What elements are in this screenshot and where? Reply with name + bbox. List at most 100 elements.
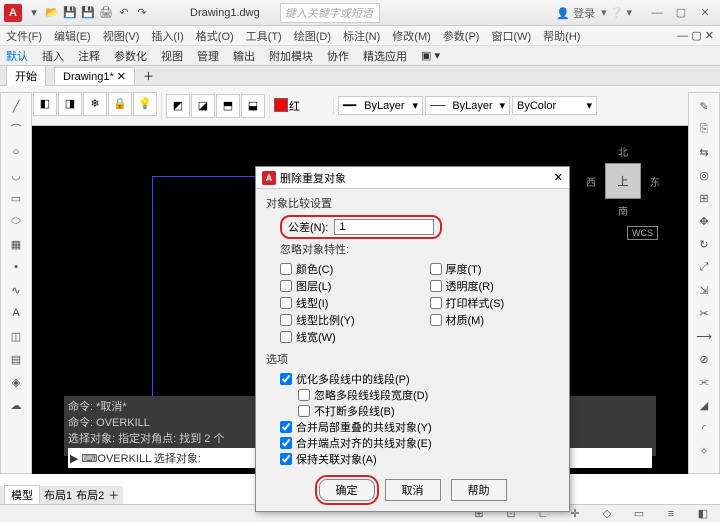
layout-model[interactable]: 模型 bbox=[4, 485, 40, 505]
copy-icon[interactable]: ⎘ bbox=[691, 118, 717, 140]
doc-min-icon[interactable]: — ▢ ✕ bbox=[677, 29, 714, 42]
mirror-icon[interactable]: ⇆ bbox=[691, 141, 717, 163]
chk-opt5[interactable]: 合并端点对齐的共线对象(E) bbox=[280, 435, 559, 451]
explode-icon[interactable]: ✧ bbox=[691, 440, 717, 462]
array-icon[interactable]: ⊞ bbox=[691, 187, 717, 209]
stretch-icon[interactable]: ⇲ bbox=[691, 279, 717, 301]
layer-freeze-icon[interactable]: ❄ bbox=[83, 92, 107, 116]
tab-view[interactable]: 视图 bbox=[161, 48, 183, 64]
layout-1[interactable]: 布局1 bbox=[44, 487, 72, 503]
spline-icon[interactable]: ∿ bbox=[3, 279, 29, 301]
menu-modify[interactable]: 修改(M) bbox=[392, 28, 431, 44]
chk-pstyle[interactable]: 打印样式(S) bbox=[430, 295, 560, 311]
new-tab-icon[interactable]: ＋ bbox=[143, 68, 154, 84]
tab-param[interactable]: 参数化 bbox=[114, 48, 147, 64]
tab-collab[interactable]: 协作 bbox=[327, 48, 349, 64]
chk-opt3[interactable]: 不打断多段线(B) bbox=[298, 403, 559, 419]
circle-icon[interactable]: ○ bbox=[3, 141, 29, 163]
menu-tools[interactable]: 工具(T) bbox=[246, 28, 282, 44]
tab-more-icon[interactable]: ▣ ▾ bbox=[421, 49, 440, 62]
join-icon[interactable]: ⫘ bbox=[691, 371, 717, 393]
offset-icon[interactable]: ◎ bbox=[691, 164, 717, 186]
table-icon[interactable]: ▤ bbox=[3, 348, 29, 370]
chk-color[interactable]: 颜色(C) bbox=[280, 261, 410, 277]
cloud-icon[interactable]: ☁ bbox=[3, 394, 29, 416]
status-lwt-icon[interactable]: ≡ bbox=[658, 503, 684, 525]
break-icon[interactable]: ⊘ bbox=[691, 348, 717, 370]
layer-off-icon[interactable]: 💡 bbox=[133, 92, 157, 116]
tab-drawing1[interactable]: Drawing1* ✕ bbox=[54, 67, 135, 85]
menu-edit[interactable]: 编辑(E) bbox=[54, 28, 91, 44]
tab-manage[interactable]: 管理 bbox=[197, 48, 219, 64]
app-icon[interactable]: A bbox=[4, 4, 22, 22]
fillet-icon[interactable]: ◜ bbox=[691, 417, 717, 439]
move-icon[interactable]: ✥ bbox=[691, 210, 717, 232]
line-icon[interactable]: ╱ bbox=[3, 95, 29, 117]
erase-icon[interactable]: ✎ bbox=[691, 95, 717, 117]
point-icon[interactable]: • bbox=[3, 256, 29, 278]
tab-annotate[interactable]: 注释 bbox=[78, 48, 100, 64]
maximize-icon[interactable]: ▢ bbox=[670, 5, 692, 21]
menu-dim[interactable]: 标注(N) bbox=[343, 28, 380, 44]
qat-undo-icon[interactable]: ↶ bbox=[116, 5, 132, 21]
dialog-close-icon[interactable]: ✕ bbox=[554, 171, 563, 184]
close-icon[interactable]: ✕ bbox=[694, 5, 716, 21]
ok-button[interactable]: 确定 bbox=[319, 479, 375, 501]
ellipse-icon[interactable]: ⬭ bbox=[3, 210, 29, 232]
login-link[interactable]: 👤 登录 bbox=[556, 5, 595, 21]
pline-icon[interactable]: ⌒ bbox=[3, 118, 29, 140]
trim-icon[interactable]: ✂ bbox=[691, 302, 717, 324]
tab-addons[interactable]: 附加模块 bbox=[269, 48, 313, 64]
tab-start[interactable]: 开始 bbox=[6, 65, 46, 86]
layout-2[interactable]: 布局2 bbox=[76, 487, 104, 503]
menu-file[interactable]: 文件(F) bbox=[6, 28, 42, 44]
color-swatch[interactable] bbox=[274, 98, 288, 112]
chk-opt2[interactable]: 忽略多段线线段宽度(D) bbox=[298, 387, 559, 403]
search-input[interactable]: 键入关键字或短语 bbox=[280, 3, 380, 23]
minimize-icon[interactable]: — bbox=[646, 5, 668, 21]
chk-opt6[interactable]: 保持关联对象(A) bbox=[280, 451, 559, 467]
rotate-icon[interactable]: ↻ bbox=[691, 233, 717, 255]
menu-view[interactable]: 视图(V) bbox=[103, 28, 140, 44]
help-button[interactable]: 帮助 bbox=[451, 479, 507, 501]
arc-icon[interactable]: ◡ bbox=[3, 164, 29, 186]
menu-param[interactable]: 参数(P) bbox=[443, 28, 480, 44]
tab-insert[interactable]: 插入 bbox=[42, 48, 64, 64]
viewcube[interactable]: 北 南 西 东 上 bbox=[588, 146, 658, 216]
plotcolor-dropdown[interactable]: ByColor▾ bbox=[512, 96, 597, 115]
chk-opt4[interactable]: 合并局部重叠的共线对象(Y) bbox=[280, 419, 559, 435]
layer-state-icon[interactable]: ◧ bbox=[33, 92, 57, 116]
qat-save-icon[interactable]: 💾 bbox=[62, 5, 78, 21]
menu-draw[interactable]: 绘图(D) bbox=[294, 28, 331, 44]
qat-new-icon[interactable]: ▾ bbox=[26, 5, 42, 21]
chk-ltscale[interactable]: 线型比例(Y) bbox=[280, 312, 410, 328]
chk-ltype[interactable]: 线型(I) bbox=[280, 295, 410, 311]
menu-help[interactable]: 帮助(H) bbox=[543, 28, 580, 44]
layer-prev-icon[interactable]: ◪ bbox=[191, 94, 215, 118]
qat-open-icon[interactable]: 📂 bbox=[44, 5, 60, 21]
tab-default[interactable]: 默认 bbox=[6, 48, 28, 64]
text-icon[interactable]: A bbox=[3, 302, 29, 324]
chamfer-icon[interactable]: ◢ bbox=[691, 394, 717, 416]
layout-add-icon[interactable]: ＋ bbox=[108, 487, 119, 503]
hatch-icon[interactable]: ▦ bbox=[3, 233, 29, 255]
status-osnap-icon[interactable]: ◇ bbox=[594, 503, 620, 525]
rect-icon[interactable]: ▭ bbox=[3, 187, 29, 209]
chk-lweight[interactable]: 线宽(W) bbox=[280, 329, 410, 345]
status-iso-icon[interactable]: ◧ bbox=[690, 503, 716, 525]
tolerance-input[interactable] bbox=[334, 219, 434, 235]
linetype-dropdown[interactable]: ──ByLayer▾ bbox=[425, 96, 510, 115]
layer-delete-icon[interactable]: ⬓ bbox=[241, 94, 265, 118]
layer-lock-icon[interactable]: 🔒 bbox=[108, 92, 132, 116]
chk-mat[interactable]: 材质(M) bbox=[430, 312, 560, 328]
chk-transp[interactable]: 透明度(R) bbox=[430, 278, 560, 294]
wcs-label[interactable]: WCS bbox=[627, 226, 658, 240]
qat-saveas-icon[interactable]: 💾 bbox=[80, 5, 96, 21]
menu-insert[interactable]: 插入(I) bbox=[151, 28, 183, 44]
menu-window[interactable]: 窗口(W) bbox=[491, 28, 531, 44]
layer-iso-icon[interactable]: ◨ bbox=[58, 92, 82, 116]
chk-layer[interactable]: 图层(L) bbox=[280, 278, 410, 294]
qat-redo-icon[interactable]: ↷ bbox=[134, 5, 150, 21]
layer-merge-icon[interactable]: ⬒ bbox=[216, 94, 240, 118]
menu-format[interactable]: 格式(O) bbox=[196, 28, 234, 44]
